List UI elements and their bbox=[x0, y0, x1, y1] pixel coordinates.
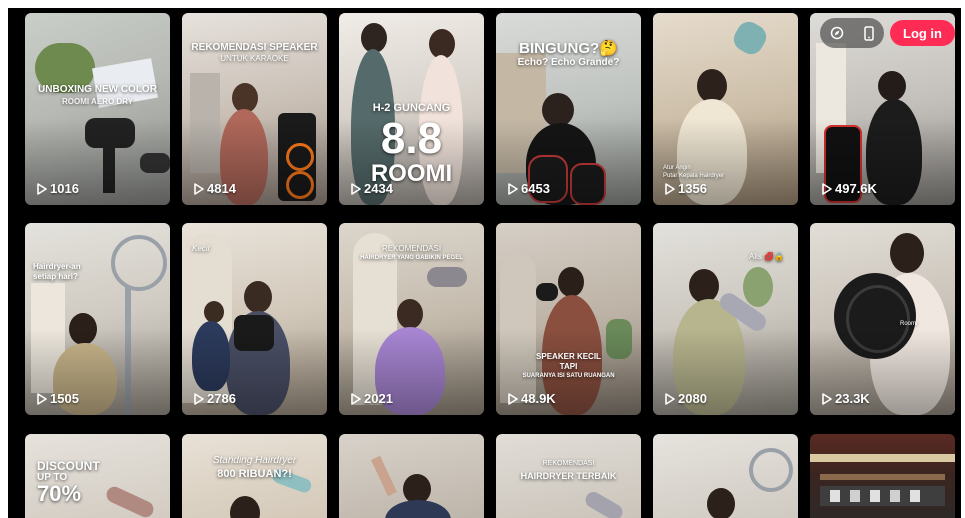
play-icon bbox=[351, 392, 361, 405]
play-icon bbox=[508, 392, 518, 405]
view-count-value: 4814 bbox=[207, 181, 236, 196]
play-icon bbox=[194, 182, 204, 195]
play-icon bbox=[822, 182, 832, 195]
view-count-value: 1016 bbox=[50, 181, 79, 196]
video-overlay-text: DISCOUNT bbox=[37, 459, 100, 473]
video-overlay-subtext: HAIRDRYER YANG GABIKIN PEGEL bbox=[360, 255, 463, 261]
video-overlay-headline: 70% bbox=[37, 481, 82, 506]
video-overlay-text: UNBOXING NEW COLOR bbox=[38, 84, 157, 95]
video-grid-page: UNBOXING NEW COLOR ROOMI AERO DRY 1016 R… bbox=[8, 8, 961, 518]
view-count: 2021 bbox=[351, 391, 393, 406]
video-overlay-text: Standing Hairdryer bbox=[212, 455, 297, 466]
video-overlay-text: BINGUNG?🤔 bbox=[519, 40, 618, 57]
video-card[interactable]: REKOMENDASI SPEAKER UNTUK KARAOKE 4814 bbox=[182, 13, 327, 205]
video-overlay-subtext: 800 RIBUAN?! bbox=[217, 468, 292, 480]
view-count-value: 497.6K bbox=[835, 181, 877, 196]
video-overlay-text: H-2 GUNCANG bbox=[372, 102, 451, 114]
view-count-value: 1356 bbox=[678, 181, 707, 196]
video-overlay-text: REKOMENDASI SPEAKER bbox=[191, 42, 318, 53]
play-icon bbox=[665, 392, 675, 405]
play-icon bbox=[351, 182, 361, 195]
video-overlay-text: Atur Angin bbox=[663, 165, 691, 171]
play-icon bbox=[508, 182, 518, 195]
video-card[interactable]: SPEAKER KECIL TAPI SUARANYA ISI SATU RUA… bbox=[496, 223, 641, 415]
compass-icon[interactable] bbox=[820, 18, 854, 48]
mobile-app-icon[interactable] bbox=[854, 18, 884, 48]
video-overlay-text: SPEAKER KECIL bbox=[536, 352, 601, 361]
view-count: 1016 bbox=[37, 181, 79, 196]
view-count-value: 2080 bbox=[678, 391, 707, 406]
video-overlay-text: REKOMENDASI bbox=[381, 244, 442, 253]
view-count-value: 48.9K bbox=[521, 391, 556, 406]
video-overlay-text: Hairdryer-an bbox=[33, 262, 81, 271]
video-overlay-subtext: Putar Kepala Hairdryer bbox=[663, 173, 725, 179]
view-count: 1505 bbox=[37, 391, 79, 406]
video-grid: UNBOXING NEW COLOR ROOMI AERO DRY 1016 R… bbox=[8, 8, 961, 518]
video-overlay-subtext: UNTUK KARAOKE bbox=[220, 54, 289, 63]
view-count-value: 1505 bbox=[50, 391, 79, 406]
play-icon bbox=[37, 182, 47, 195]
video-card[interactable]: Hairdryer-an setiap hari? 1505 bbox=[25, 223, 170, 415]
play-icon bbox=[665, 182, 675, 195]
video-card[interactable] bbox=[653, 434, 798, 518]
view-count: 23.3K bbox=[822, 391, 870, 406]
login-button[interactable]: Log in bbox=[890, 20, 955, 46]
view-count-value: 2786 bbox=[207, 391, 236, 406]
video-overlay-text: Alis 💋🔒 bbox=[749, 252, 785, 261]
video-overlay-text: REKOMENDASI bbox=[542, 460, 595, 467]
header-actions: Log in bbox=[820, 18, 955, 48]
video-card[interactable]: DISCOUNT UP TO 70% bbox=[25, 434, 170, 518]
view-count-value: 6453 bbox=[521, 181, 550, 196]
video-overlay-headline: 8.8 bbox=[380, 114, 443, 163]
video-overlay-subtext: setiap hari? bbox=[33, 272, 78, 281]
video-card[interactable]: Alis 💋🔒 2080 bbox=[653, 223, 798, 415]
video-card[interactable]: H-2 GUNCANG 8.8 ROOMI 2434 bbox=[339, 13, 484, 205]
video-card[interactable]: REKOMENDASI HAIRDRYER YANG GABIKIN PEGEL… bbox=[339, 223, 484, 415]
view-count: 1356 bbox=[665, 181, 707, 196]
video-card[interactable]: Kecil 2786 bbox=[182, 223, 327, 415]
play-icon bbox=[194, 392, 204, 405]
video-overlay-subtext: ROOMI AERO DRY bbox=[62, 97, 133, 106]
video-card[interactable]: Roomi 23.3K bbox=[810, 223, 955, 415]
view-count: 2786 bbox=[194, 391, 236, 406]
video-overlay-subtext: HAIRDRYER TERBAIK bbox=[520, 471, 617, 481]
play-icon bbox=[822, 392, 832, 405]
video-overlay-text: Kecil bbox=[192, 244, 210, 253]
video-overlay-caption: SUARANYA ISI SATU RUANGAN bbox=[522, 373, 615, 379]
video-overlay-text: Roomi bbox=[900, 321, 918, 327]
view-count: 2080 bbox=[665, 391, 707, 406]
video-card[interactable] bbox=[339, 434, 484, 518]
view-count: 2434 bbox=[351, 181, 393, 196]
view-count: 497.6K bbox=[822, 181, 877, 196]
video-overlay-subtext: Echo? Echo Grande? bbox=[517, 57, 620, 68]
view-count: 4814 bbox=[194, 181, 236, 196]
video-card[interactable]: Atur Angin Putar Kepala Hairdryer 1356 bbox=[653, 13, 798, 205]
view-count: 6453 bbox=[508, 181, 550, 196]
video-overlay-subtext: TAPI bbox=[559, 362, 578, 371]
video-card[interactable]: REKOMENDASI HAIRDRYER TERBAIK bbox=[496, 434, 641, 518]
view-count-value: 23.3K bbox=[835, 391, 870, 406]
video-card[interactable]: Standing Hairdryer 800 RIBUAN?! bbox=[182, 434, 327, 518]
view-count-value: 2434 bbox=[364, 181, 393, 196]
video-card[interactable] bbox=[810, 434, 955, 518]
view-count: 48.9K bbox=[508, 391, 556, 406]
view-count-value: 2021 bbox=[364, 391, 393, 406]
video-card[interactable]: BINGUNG?🤔 Echo? Echo Grande? 6453 bbox=[496, 13, 641, 205]
video-card[interactable]: UNBOXING NEW COLOR ROOMI AERO DRY 1016 bbox=[25, 13, 170, 205]
play-icon bbox=[37, 392, 47, 405]
